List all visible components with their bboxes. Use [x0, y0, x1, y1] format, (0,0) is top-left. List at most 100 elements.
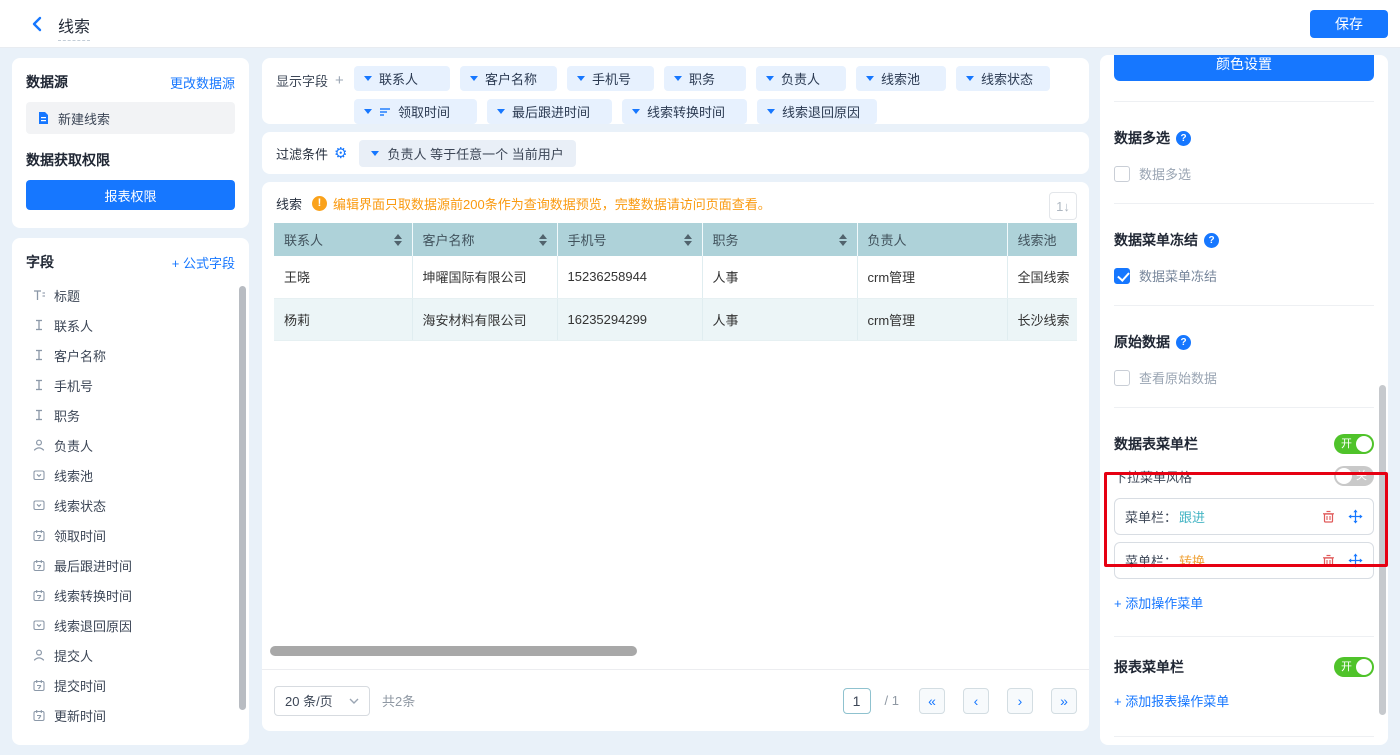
field-item[interactable]: 最后跟进时间 — [26, 550, 235, 580]
help-icon[interactable]: ? — [1176, 131, 1191, 146]
field-label: 更新时间 — [54, 706, 106, 725]
back-icon[interactable] — [28, 14, 48, 34]
prev-page-button[interactable]: ‹ — [963, 688, 989, 714]
horizontal-scrollbar[interactable] — [270, 646, 637, 656]
display-field-chip[interactable]: 线索状态 — [956, 66, 1050, 91]
chevron-down-icon — [674, 76, 682, 81]
datasource-title: 数据源 — [26, 72, 68, 92]
raw-data-checkbox-row[interactable]: 查看原始数据 — [1114, 368, 1374, 387]
raw-data-title: 原始数据 — [1114, 332, 1170, 352]
display-field-chip[interactable]: 手机号 — [567, 66, 654, 91]
display-field-chip[interactable]: 领取时间 — [354, 99, 477, 124]
move-icon[interactable] — [1348, 553, 1363, 568]
page-size-select[interactable]: 20 条/页 — [274, 686, 370, 716]
table-cell: 人事 — [702, 298, 857, 340]
chip-label: 负责人 — [781, 69, 820, 88]
field-item[interactable]: 提交时间 — [26, 670, 235, 700]
menu-item-prefix: 菜单栏： — [1125, 507, 1177, 526]
row-order-button[interactable]: 1↓ — [1049, 192, 1077, 220]
menu-freeze-title: 数据菜单冻结 — [1114, 230, 1198, 250]
column-header[interactable]: 联系人 — [274, 223, 412, 256]
chip-label: 线索状态 — [981, 69, 1033, 88]
color-settings-button[interactable]: 颜色设置 — [1114, 55, 1374, 81]
table-row[interactable]: 王晓坤曜国际有限公司15236258944人事crm管理全国线索 — [274, 256, 1077, 298]
settings-scrollbar[interactable] — [1379, 385, 1386, 715]
display-field-chip[interactable]: 联系人 — [354, 66, 450, 91]
sort-arrows-icon[interactable] — [684, 234, 692, 246]
gear-icon[interactable]: ⚙ — [334, 146, 347, 161]
trash-icon[interactable] — [1321, 509, 1336, 524]
add-report-action-menu-link[interactable]: + 添加报表操作菜单 — [1114, 691, 1374, 710]
table-body: 王晓坤曜国际有限公司15236258944人事crm管理全国线索杨莉海安材料有限… — [274, 256, 1077, 340]
field-item[interactable]: 更新时间 — [26, 700, 235, 730]
sort-arrows-icon[interactable] — [539, 234, 547, 246]
person-field-icon — [32, 648, 46, 662]
move-icon[interactable] — [1348, 509, 1363, 524]
current-page-input[interactable]: 1 — [843, 688, 871, 714]
first-page-button[interactable]: « — [919, 688, 945, 714]
menu-item-name[interactable]: 转换 — [1179, 551, 1205, 570]
display-field-chip[interactable]: 最后跟进时间 — [487, 99, 612, 124]
display-field-chips: 联系人客户名称手机号 职务 负责人 线索池 线索状态领取时间最后跟进时间线索转换时间线索… — [354, 66, 1075, 124]
field-item[interactable]: 领取时间 — [26, 520, 235, 550]
report-menu-toggle[interactable]: 开 — [1334, 657, 1374, 677]
dropdown-style-label: 下拉菜单风格 — [1114, 467, 1192, 486]
menu-freeze-checkbox-row[interactable]: 数据菜单冻结 — [1114, 266, 1374, 285]
field-item[interactable]: 手机号 — [26, 370, 235, 400]
menu-item-name[interactable]: 跟进 — [1179, 507, 1205, 526]
divider — [1114, 203, 1374, 204]
column-header[interactable]: 客户名称 — [412, 223, 557, 256]
display-field-chip[interactable]: 线索退回原因 — [757, 99, 877, 124]
checkbox-unchecked[interactable] — [1114, 370, 1130, 386]
change-datasource-link[interactable]: 更改数据源 — [170, 73, 235, 92]
help-icon[interactable]: ? — [1176, 335, 1191, 350]
display-field-chip[interactable]: 线索池 — [856, 66, 946, 91]
report-permission-button[interactable]: 报表权限 — [26, 180, 235, 210]
trash-icon[interactable] — [1321, 553, 1336, 568]
help-icon[interactable]: ? — [1204, 233, 1219, 248]
field-item[interactable]: 线索池 — [26, 460, 235, 490]
checkbox-checked[interactable] — [1114, 268, 1130, 284]
display-field-chip[interactable]: 线索转换时间 — [622, 99, 747, 124]
field-item[interactable]: 线索状态 — [26, 490, 235, 520]
multi-select-checkbox-row[interactable]: 数据多选 — [1114, 164, 1374, 183]
display-field-chip[interactable]: 客户名称 — [460, 66, 557, 91]
column-header[interactable]: 手机号 — [557, 223, 702, 256]
filter-condition-chip[interactable]: 负责人 等于任意一个 当前用户 — [359, 140, 575, 167]
sort-arrows-icon[interactable] — [839, 234, 847, 246]
column-header[interactable]: 职务 — [702, 223, 857, 256]
action-menu-item[interactable]: 菜单栏：跟进 — [1114, 498, 1374, 535]
filter-condition-text: 负责人 等于任意一个 当前用户 — [387, 144, 563, 163]
chip-label: 职务 — [689, 69, 715, 88]
dropdown-style-toggle[interactable]: 关 — [1334, 466, 1374, 486]
table-row[interactable]: 杨莉海安材料有限公司16235294299人事crm管理长沙线索 — [274, 298, 1077, 340]
last-page-button[interactable]: » — [1051, 688, 1077, 714]
checkbox-unchecked[interactable] — [1114, 166, 1130, 182]
field-item[interactable]: 线索退回原因 — [26, 610, 235, 640]
fields-scrollbar[interactable] — [239, 286, 246, 710]
add-display-field-button[interactable]: + — [335, 72, 344, 89]
display-field-chip[interactable]: 负责人 — [756, 66, 846, 91]
action-menu-item[interactable]: 菜单栏：转换 — [1114, 542, 1374, 579]
add-action-menu-link[interactable]: + 添加操作菜单 — [1114, 593, 1374, 612]
table-menu-toggle[interactable]: 开 — [1334, 434, 1374, 454]
datasource-item[interactable]: 新建线索 — [26, 102, 235, 134]
display-field-chip[interactable]: 职务 — [664, 66, 746, 91]
table-cell: 坤曜国际有限公司 — [412, 256, 557, 298]
field-item[interactable]: 联系人 — [26, 310, 235, 340]
save-button[interactable]: 保存 — [1310, 10, 1388, 38]
divider — [1114, 101, 1374, 102]
next-page-button[interactable]: › — [1007, 688, 1033, 714]
formula-field-link[interactable]: + 公式字段 — [172, 253, 235, 272]
display-fields-label: 显示字段 — [276, 71, 328, 90]
field-item[interactable]: 职务 — [26, 400, 235, 430]
sort-arrows-icon[interactable] — [394, 234, 402, 246]
field-item[interactable]: 提交人 — [26, 640, 235, 670]
field-item[interactable]: 线索转换时间 — [26, 580, 235, 610]
field-item[interactable]: 标题 — [26, 280, 235, 310]
field-item[interactable]: 客户名称 — [26, 340, 235, 370]
filter-panel: 过滤条件 ⚙ 负责人 等于任意一个 当前用户 — [262, 132, 1089, 174]
field-item[interactable]: 负责人 — [26, 430, 235, 460]
toggle-on-label: 开 — [1341, 657, 1352, 677]
date-field-icon — [32, 678, 46, 692]
